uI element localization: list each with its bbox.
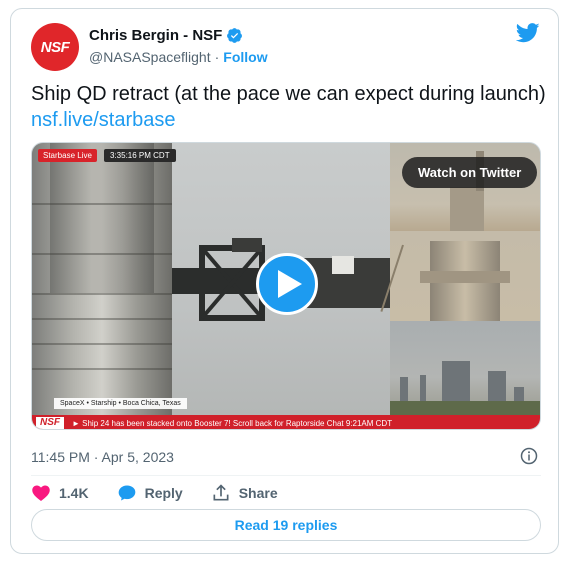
live-time-badge: 3:35:16 PM CDT bbox=[104, 149, 176, 162]
verified-badge-icon bbox=[227, 28, 243, 43]
tweet-link[interactable]: nsf.live/starbase bbox=[31, 107, 546, 133]
avatar[interactable]: NSF bbox=[31, 23, 79, 71]
divider bbox=[31, 475, 541, 476]
location-bar: SpaceX • Starship • Boca Chica, Texas bbox=[54, 398, 187, 409]
tweet-card: NSF Chris Bergin - NSF @NASASpaceflight ·… bbox=[10, 8, 559, 554]
ship-tower-image bbox=[32, 143, 172, 415]
separator-dot: · bbox=[214, 49, 220, 65]
like-count: 1.4K bbox=[59, 485, 89, 501]
action-bar: 1.4K Reply Share bbox=[31, 483, 278, 503]
reply-button[interactable]: Reply bbox=[117, 483, 183, 503]
follow-button[interactable]: Follow bbox=[223, 49, 267, 65]
ticker-text: ► Ship 24 has been stacked onto Booster … bbox=[72, 418, 393, 428]
reply-label: Reply bbox=[144, 485, 183, 501]
live-badge: Starbase Live bbox=[38, 149, 97, 162]
play-button[interactable] bbox=[256, 253, 318, 315]
heart-icon bbox=[32, 485, 50, 501]
info-icon[interactable] bbox=[520, 447, 538, 465]
author-handle[interactable]: @NASASpaceflight bbox=[89, 49, 211, 65]
reply-bubble-icon bbox=[118, 485, 135, 501]
tweet-timestamp[interactable]: 11:45 PM · Apr 5, 2023 bbox=[31, 449, 174, 465]
news-ticker: NSF ► Ship 24 has been stacked onto Boos… bbox=[32, 415, 540, 429]
tweet-text: Ship QD retract (at the pace we can expe… bbox=[31, 83, 546, 105]
twitter-bird-icon[interactable] bbox=[516, 23, 540, 43]
author-display-name[interactable]: Chris Bergin - NSF bbox=[89, 27, 222, 44]
share-button[interactable]: Share bbox=[211, 483, 278, 503]
play-icon bbox=[277, 270, 302, 298]
ticker-logo: NSF bbox=[36, 417, 64, 429]
like-button[interactable]: 1.4K bbox=[31, 483, 89, 503]
tweet-body: Ship QD retract (at the pace we can expe… bbox=[31, 81, 546, 133]
author-handle-row: @NASASpaceflight · Follow bbox=[89, 49, 268, 65]
watch-on-twitter-button[interactable]: Watch on Twitter bbox=[402, 157, 538, 188]
video-media[interactable]: Starbase Live 3:35:16 PM CDT SpaceX • St… bbox=[31, 142, 541, 430]
side-feed-bottom bbox=[390, 321, 540, 415]
avatar-logo-text: NSF bbox=[40, 38, 70, 56]
read-replies-button[interactable]: Read 19 replies bbox=[31, 509, 541, 541]
share-icon bbox=[213, 484, 229, 501]
main-video-feed: Starbase Live 3:35:16 PM CDT SpaceX • St… bbox=[32, 143, 390, 415]
share-label: Share bbox=[238, 485, 278, 501]
author-name-row: Chris Bergin - NSF bbox=[89, 27, 243, 44]
side-feed-middle bbox=[380, 231, 540, 321]
